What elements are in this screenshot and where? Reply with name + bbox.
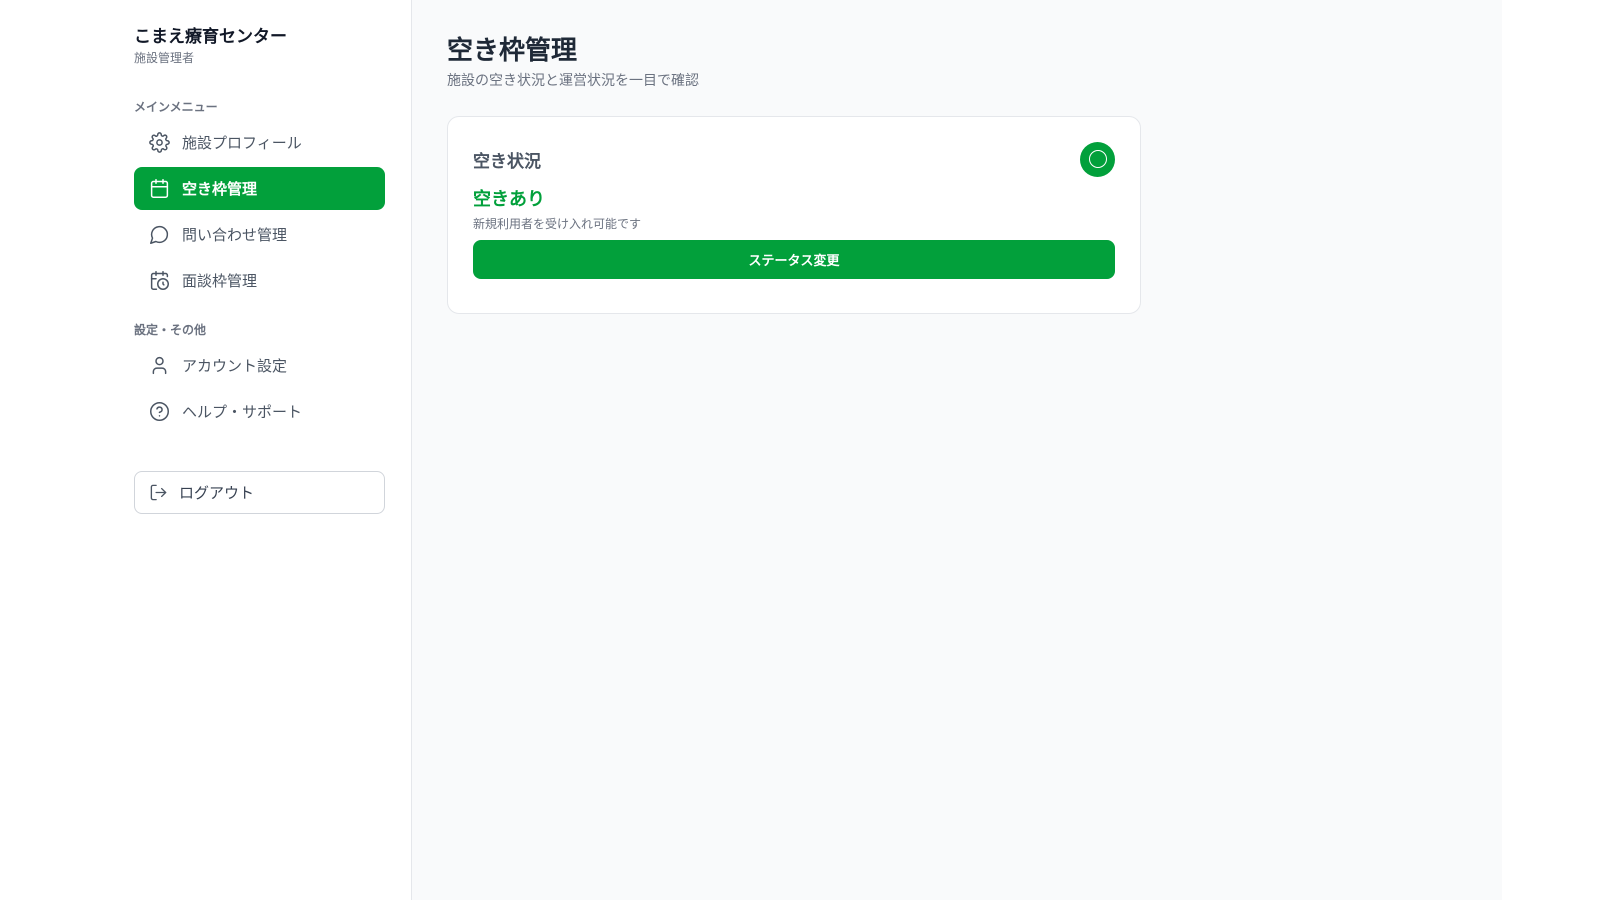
calendar-icon [148, 178, 170, 200]
sidebar-item-account-settings[interactable]: アカウント設定 [134, 344, 385, 387]
sidebar-item-label: 施設プロフィール [182, 134, 302, 152]
main-content: 空き枠管理 施設の空き状況と運営状況を一目で確認 空き状況 空きあり 新規利用者… [412, 0, 1502, 900]
logout-icon [149, 483, 169, 503]
sidebar-item-facility-profile[interactable]: 施設プロフィール [134, 121, 385, 164]
page-title: 空き枠管理 [447, 36, 578, 66]
card-title: 空き状況 [473, 151, 541, 172]
other-nav: アカウント設定 ヘルプ・サポート [134, 344, 385, 433]
sidebar-item-label: 問い合わせ管理 [182, 226, 288, 244]
calendar-clock-icon [148, 270, 170, 292]
status-value: 空きあり [473, 189, 545, 210]
status-description: 新規利用者を受け入れ可能です [473, 217, 642, 231]
page-subtitle: 施設の空き状況と運営状況を一目で確認 [447, 73, 699, 89]
section-label-main: メインメニュー [134, 100, 218, 114]
sidebar-item-vacancy-management[interactable]: 空き枠管理 [134, 167, 385, 210]
sidebar-item-label: アカウント設定 [182, 357, 288, 375]
logout-button[interactable]: ログアウト [134, 471, 385, 514]
sidebar-item-help-support[interactable]: ヘルプ・サポート [134, 390, 385, 433]
app-root: こまえ療育センター 施設管理者 メインメニュー 施設プロフィール 空き枠管理 問 [0, 0, 1600, 900]
vacancy-status-card: 空き状況 空きあり 新規利用者を受け入れ可能です ステータス変更 [447, 116, 1141, 314]
sidebar: こまえ療育センター 施設管理者 メインメニュー 施設プロフィール 空き枠管理 問 [0, 0, 412, 900]
status-indicator[interactable] [1080, 141, 1115, 177]
logout-label: ログアウト [179, 484, 255, 502]
sidebar-item-label: ヘルプ・サポート [182, 403, 303, 421]
main-nav: 施設プロフィール 空き枠管理 問い合わせ管理 面談枠管理 [134, 121, 385, 302]
facility-name: こまえ療育センター [134, 27, 287, 47]
circle-icon [1088, 150, 1107, 168]
sidebar-item-interview-slots[interactable]: 面談枠管理 [134, 259, 385, 302]
chat-bubble-icon [148, 224, 170, 246]
help-circle-icon [148, 401, 170, 423]
card-header: 空き状況 [473, 141, 1115, 177]
sidebar-item-label: 面談枠管理 [182, 272, 258, 290]
right-gutter [1502, 0, 1600, 900]
gear-icon [148, 132, 170, 154]
user-icon [148, 355, 170, 377]
sidebar-item-inquiry-management[interactable]: 問い合わせ管理 [134, 213, 385, 256]
section-label-other: 設定・その他 [134, 323, 207, 337]
user-role: 施設管理者 [134, 51, 195, 65]
change-status-button[interactable]: ステータス変更 [473, 240, 1115, 279]
sidebar-item-label: 空き枠管理 [182, 180, 258, 198]
